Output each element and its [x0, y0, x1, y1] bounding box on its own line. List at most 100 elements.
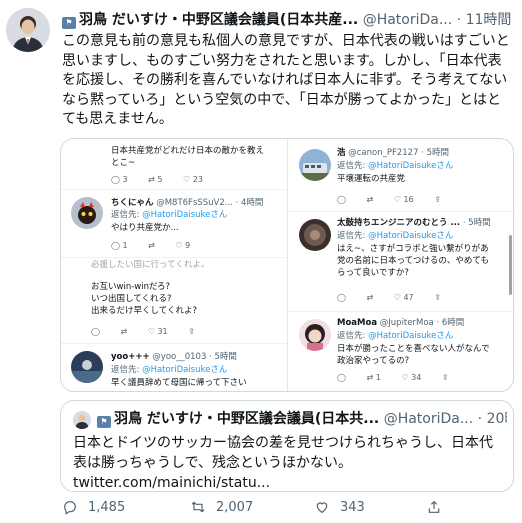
reply-to-line: 返信先: @HatoriDaisukeさん: [111, 210, 228, 220]
reply-header: ちくにゃん @M8T6FsSSuV2... · 4時間: [111, 198, 264, 208]
column-divider: [287, 139, 288, 391]
author-handle[interactable]: @HatoriDa...: [363, 12, 453, 28]
retweet-button[interactable]: 2,007: [190, 498, 253, 518]
divider: [61, 257, 287, 258]
reply-avatar[interactable]: [71, 351, 103, 383]
like-icon[interactable]: ♡ 31: [148, 327, 168, 336]
tweet-time[interactable]: 11時間: [466, 12, 512, 28]
like-icon[interactable]: ♡ 47: [394, 293, 414, 302]
like-icon[interactable]: ♡ 16: [394, 195, 414, 204]
reply-icon[interactable]: ◯: [337, 195, 346, 204]
retweet-icon[interactable]: ⇄: [367, 195, 374, 204]
reply-actions: ◯ 1 ⇄ ♡ 9: [111, 241, 208, 250]
tweet-header: ⚑ 羽鳥 だいすけ・中野区議会議員(日本共産... @HatoriDa... · …: [62, 10, 514, 30]
reply-to-mention[interactable]: @HatoriDaisukeさん: [368, 161, 453, 171]
reply-text: 日本が勝ったことを喜べない人がなんで 政治家やってるの?: [337, 344, 490, 366]
reply-avatar[interactable]: [299, 149, 331, 181]
reply-text: 早く議員辞めて母国に帰って下さい: [111, 378, 247, 388]
reply-author-handle[interactable]: @canon_PF2127: [348, 148, 418, 158]
reply-to-mention[interactable]: @HatoriDaisukeさん: [142, 365, 227, 375]
like-icon[interactable]: ♡ 34: [401, 373, 421, 382]
reply-header: yoo+++ @yoo__0103 · 5時間: [111, 352, 237, 362]
quoted-tweet-time[interactable]: 20時間: [487, 411, 507, 427]
reply-time[interactable]: 5時間: [427, 148, 449, 158]
reply-icon[interactable]: ◯ 1: [111, 241, 128, 250]
separator-dot: ·: [456, 12, 462, 28]
divider: [288, 211, 513, 212]
share-button[interactable]: [426, 498, 452, 518]
reply-header: MoaMoa @JupiterMoa · 6時間: [337, 318, 465, 328]
share-icon[interactable]: ⇪: [188, 327, 195, 336]
reply-icon[interactable]: ◯: [337, 373, 346, 382]
like-icon[interactable]: ♡ 9: [175, 241, 190, 250]
retweet-icon[interactable]: ⇄: [148, 241, 155, 250]
reply-author-handle[interactable]: @M8T6FsSSuV2...: [156, 198, 233, 208]
quoted-tweet-text: 日本とドイツのサッカー協会の差を見せつけられちゃうし、日本代表は勝っちゃうしで、…: [73, 435, 493, 491]
reply-author-name[interactable]: ちくにゃん: [111, 198, 154, 208]
reply-avatar[interactable]: [299, 219, 331, 251]
reply-fragment-text: お互いwin-winだろ? いつ出国してくれる? 出来るだけ早くしてくれよ?: [91, 282, 198, 316]
share-icon[interactable]: ⇪: [442, 373, 449, 382]
reply-time[interactable]: 4時間: [241, 198, 263, 208]
share-icon[interactable]: ⇪: [434, 195, 441, 204]
attached-screenshot-image[interactable]: 日本共産党がどれだけ日本の敵かを教え とこ~ ◯ 3 ⇄ 5 ♡ 23 ちくにゃ…: [60, 138, 514, 392]
reply-to-line: 返信先: @HatoriDaisukeさん: [111, 365, 228, 375]
reply-time[interactable]: 5時間: [214, 352, 236, 362]
tweet-action-bar: 1,485 2,007 343: [62, 498, 514, 518]
reply-to-mention[interactable]: @HatoriDaisukeさん: [368, 231, 453, 241]
quoted-tweet[interactable]: ⚑ 羽鳥 だいすけ・中野区議会議員(日本共... @HatoriDa... · 2…: [60, 400, 514, 492]
reply-actions: ◯ ⇄ 1 ♡ 34 ⇪: [337, 373, 467, 382]
quoted-tweet-header: ⚑ 羽鳥 だいすけ・中野区議会議員(日本共... @HatoriDa... · 2…: [97, 409, 507, 429]
reply-time[interactable]: 6時間: [442, 318, 464, 328]
reply-author-name[interactable]: 浩: [337, 148, 346, 158]
reply-text: やはり共産党か...: [111, 223, 179, 233]
scrollbar[interactable]: [509, 235, 512, 295]
divider: [61, 343, 287, 344]
reply-header: 太鼓持ちエンジニアのむとう ... · 5時間: [337, 218, 491, 228]
quoted-author-handle[interactable]: @HatoriDa...: [384, 411, 474, 427]
like-button[interactable]: 343: [314, 498, 365, 518]
reply-avatar[interactable]: [299, 319, 331, 351]
separator-dot: ·: [477, 411, 483, 427]
reply-actions: ◯ ⇄ ♡ 16 ⇪: [337, 195, 459, 204]
share-icon[interactable]: ⇪: [434, 293, 441, 302]
clipped-text: 必援したい国に行ってくれよ。: [91, 260, 210, 269]
retweet-icon[interactable]: ⇄: [367, 293, 374, 302]
reply-icon[interactable]: ◯ 3: [111, 175, 128, 184]
reply-to-line: 返信先: @HatoriDaisukeさん: [337, 331, 454, 341]
reply-avatar[interactable]: [71, 197, 103, 229]
reply-actions: ◯ ⇄ ♡ 31 ⇪: [91, 327, 213, 336]
tweet-text: この意見も前の意見も私個人の意見ですが、日本代表の戦いはすごいと思いますし、もの…: [62, 33, 510, 127]
reply-to-mention[interactable]: @HatoriDaisukeさん: [368, 331, 453, 341]
share-icon: [428, 501, 440, 513]
reply-to-mention[interactable]: @HatoriDaisukeさん: [142, 210, 227, 220]
reply-header: 浩 @canon_PF2127 · 5時間: [337, 148, 450, 158]
reply-to-line: 返信先: @HatoriDaisukeさん: [337, 231, 454, 241]
reply-author-handle[interactable]: @yoo__0103: [152, 352, 206, 362]
reply-author-name[interactable]: yoo+++: [111, 352, 150, 362]
reply-icon[interactable]: ◯: [91, 327, 100, 336]
retweet-count: 2,007: [216, 500, 254, 515]
reply-count: 1,485: [88, 500, 126, 515]
retweet-icon[interactable]: ⇄ 5: [148, 175, 162, 184]
reply-button[interactable]: 1,485: [62, 498, 125, 518]
retweet-icon[interactable]: ⇄ 1: [367, 373, 381, 382]
reply-text: はえ~、さすがコラボと強い繋がりがあ 党の名前に日本ってつけるの、やめても らっ…: [337, 244, 489, 278]
author-avatar[interactable]: [6, 8, 50, 52]
like-icon[interactable]: ♡ 23: [183, 175, 203, 184]
author-name[interactable]: 羽鳥 だいすけ・中野区議会議員(日本共産...: [79, 12, 358, 28]
reply-time[interactable]: 5時間: [468, 218, 490, 228]
quoted-author-name[interactable]: 羽鳥 だいすけ・中野区議会議員(日本共...: [114, 411, 379, 427]
heart-icon: [316, 502, 328, 514]
retweet-icon: [191, 501, 205, 513]
government-badge-icon: ⚑: [97, 416, 111, 428]
like-count: 343: [340, 500, 365, 515]
reply-author-name[interactable]: MoaMoa: [337, 318, 377, 328]
reply-icon[interactable]: ◯: [337, 293, 346, 302]
retweet-icon[interactable]: ⇄: [121, 327, 128, 336]
reply-fragment-text: 日本共産党がどれだけ日本の敵かを教え とこ~: [111, 146, 265, 168]
reply-author-name[interactable]: 太鼓持ちエンジニアのむとう ...: [337, 218, 460, 228]
reply-author-handle[interactable]: @JupiterMoa: [380, 318, 434, 328]
government-badge-icon: ⚑: [62, 17, 76, 29]
quoted-author-avatar[interactable]: [73, 411, 91, 429]
